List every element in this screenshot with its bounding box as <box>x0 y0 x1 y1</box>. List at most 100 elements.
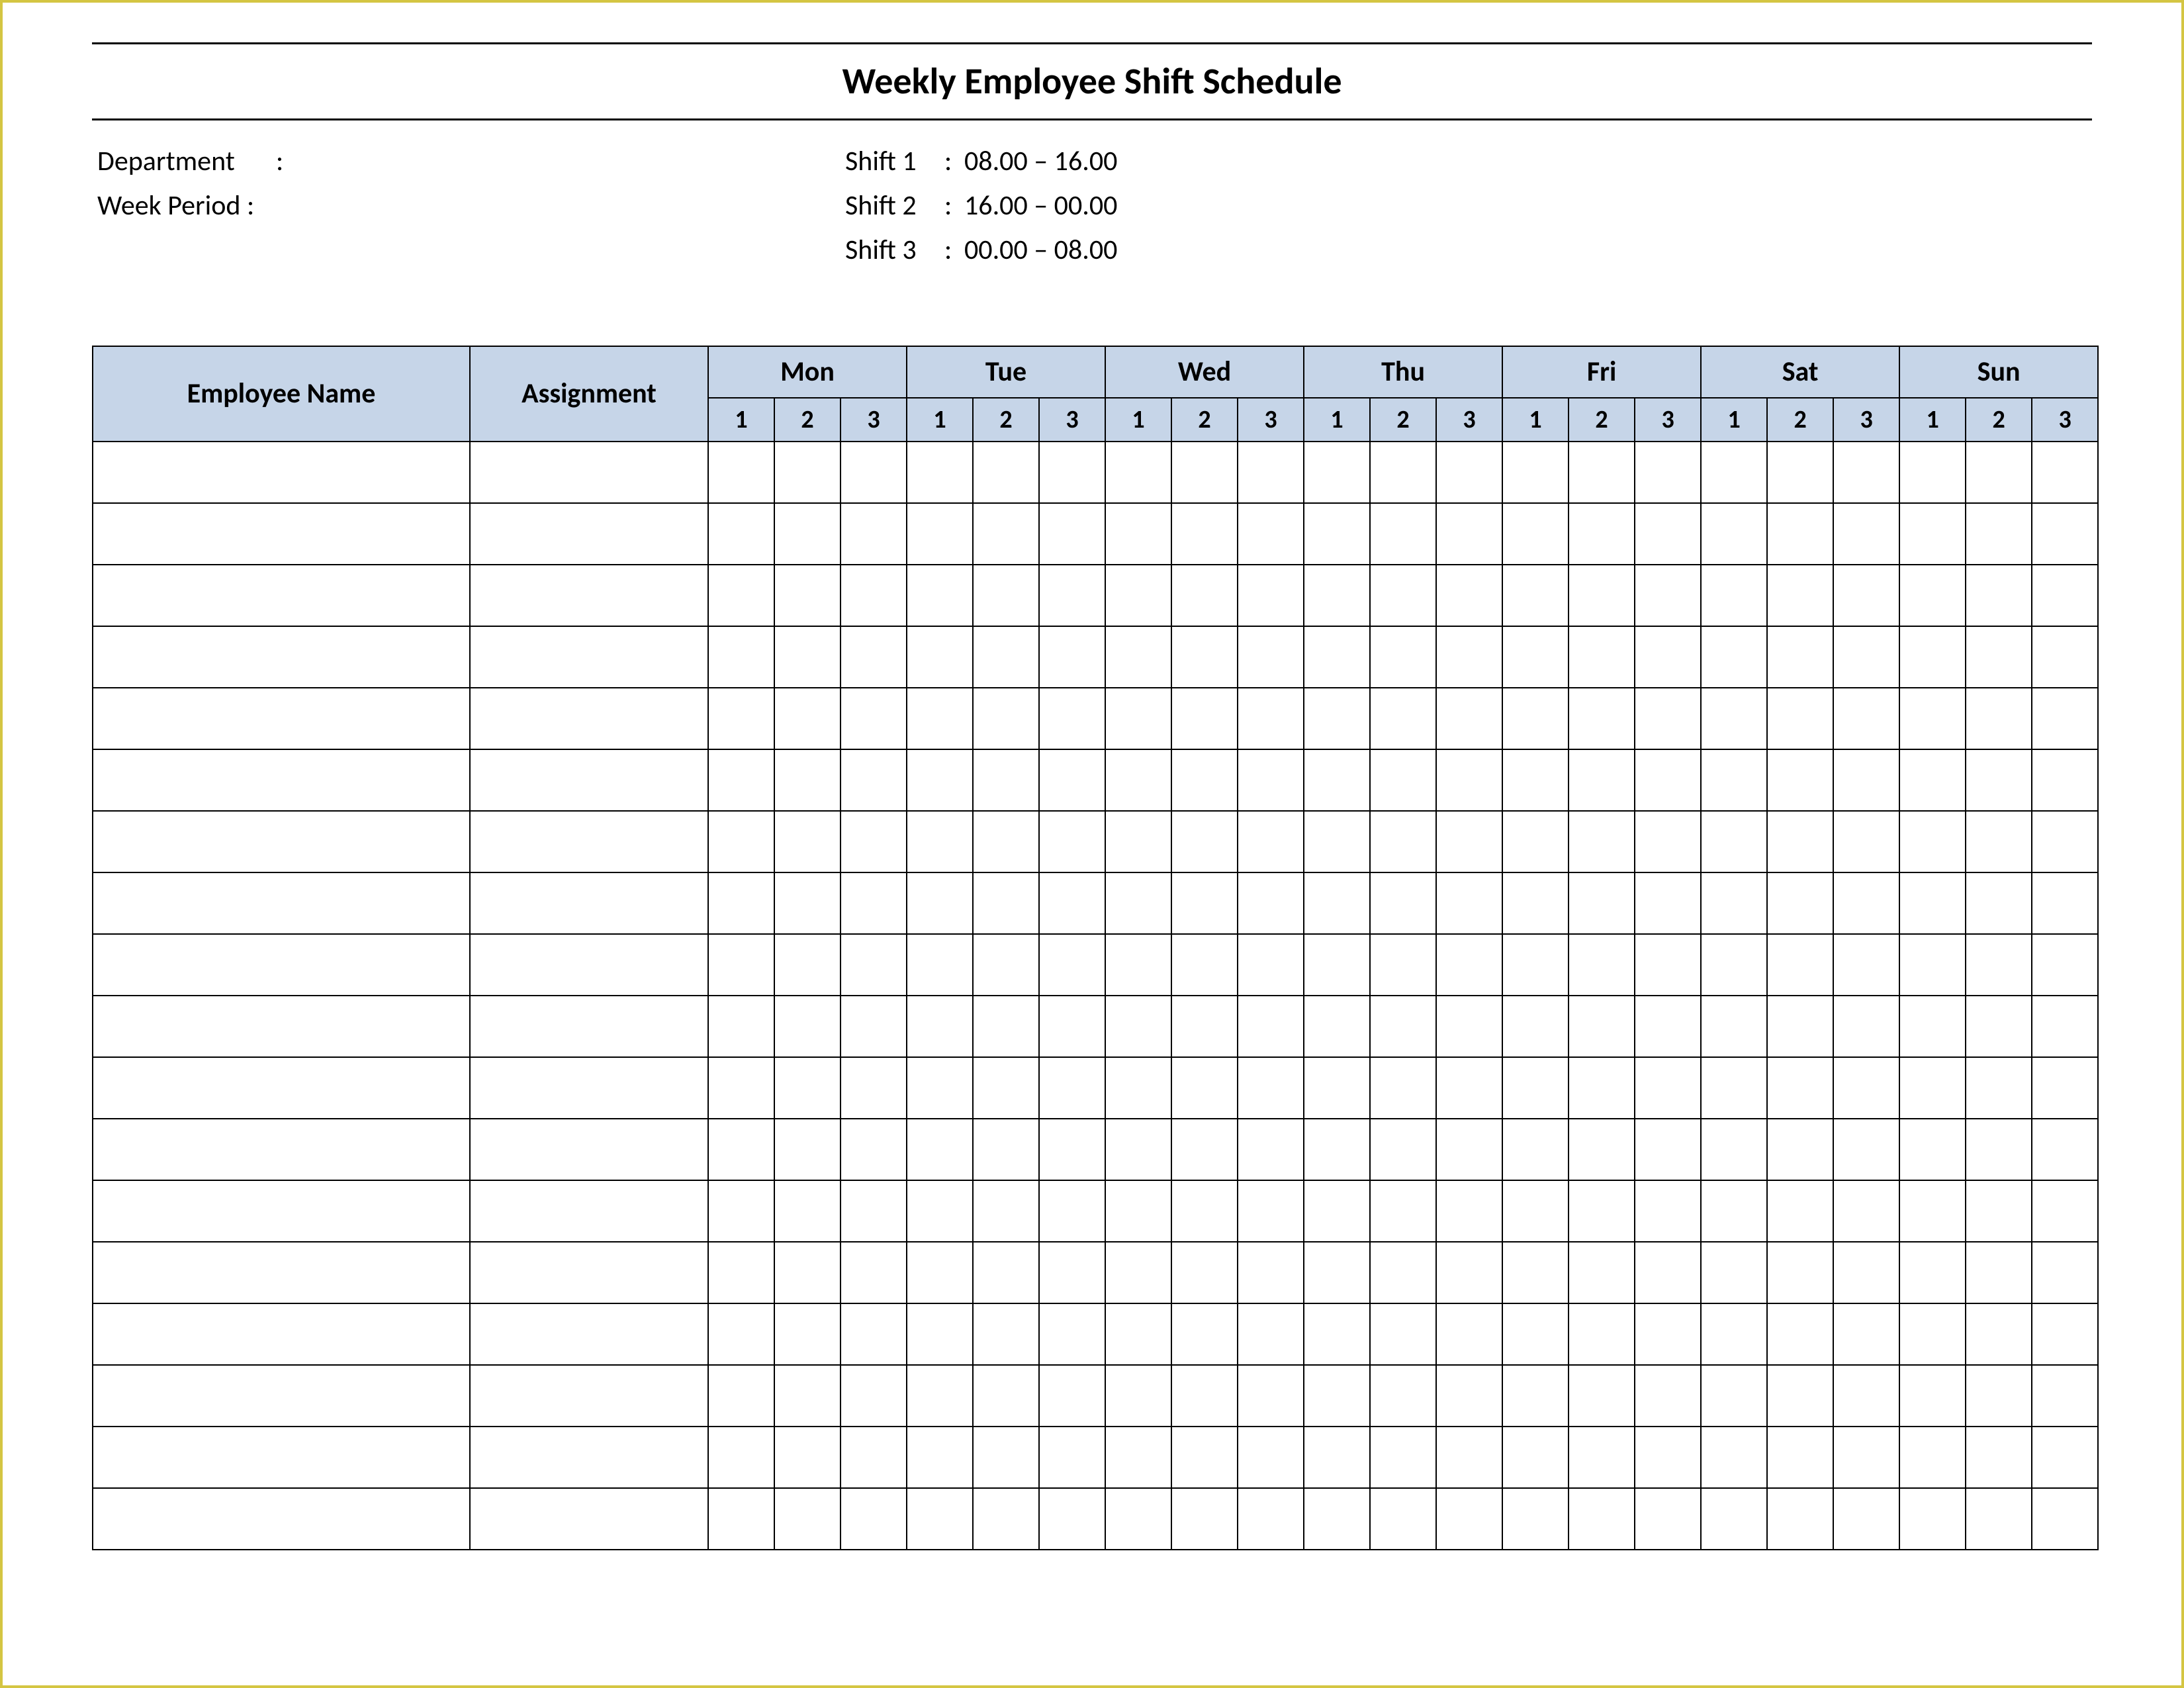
shift-cell[interactable] <box>1833 1303 1899 1365</box>
shift-cell[interactable] <box>1966 934 2032 996</box>
shift-cell[interactable] <box>774 442 841 503</box>
shift-cell[interactable] <box>1833 1119 1899 1180</box>
shift-cell[interactable] <box>973 688 1039 749</box>
employee-cell[interactable] <box>93 626 470 688</box>
shift-cell[interactable] <box>1436 503 1502 565</box>
shift-cell[interactable] <box>2032 1242 2098 1303</box>
shift-cell[interactable] <box>1701 996 1767 1057</box>
shift-cell[interactable] <box>1966 1488 2032 1550</box>
shift-cell[interactable] <box>774 934 841 996</box>
shift-cell[interactable] <box>973 1365 1039 1427</box>
shift-cell[interactable] <box>1304 749 1370 811</box>
shift-cell[interactable] <box>1767 1242 1833 1303</box>
shift-cell[interactable] <box>1701 1119 1767 1180</box>
shift-cell[interactable] <box>1105 503 1171 565</box>
shift-cell[interactable] <box>1966 503 2032 565</box>
shift-cell[interactable] <box>1569 934 1635 996</box>
shift-cell[interactable] <box>1502 503 1569 565</box>
shift-cell[interactable] <box>708 1180 774 1242</box>
shift-cell[interactable] <box>2032 872 2098 934</box>
shift-cell[interactable] <box>774 565 841 626</box>
shift-cell[interactable] <box>1304 1427 1370 1488</box>
assignment-cell[interactable] <box>470 1303 708 1365</box>
assignment-cell[interactable] <box>470 934 708 996</box>
shift-cell[interactable] <box>1370 442 1436 503</box>
shift-cell[interactable] <box>1502 1427 1569 1488</box>
shift-cell[interactable] <box>1502 1057 1569 1119</box>
shift-cell[interactable] <box>1105 1180 1171 1242</box>
shift-cell[interactable] <box>841 503 907 565</box>
shift-cell[interactable] <box>708 1427 774 1488</box>
shift-cell[interactable] <box>1767 565 1833 626</box>
shift-cell[interactable] <box>1171 934 1238 996</box>
shift-cell[interactable] <box>2032 1488 2098 1550</box>
employee-cell[interactable] <box>93 1119 470 1180</box>
shift-cell[interactable] <box>2032 1180 2098 1242</box>
shift-cell[interactable] <box>1502 442 1569 503</box>
shift-cell[interactable] <box>973 1242 1039 1303</box>
shift-cell[interactable] <box>1238 749 1304 811</box>
shift-cell[interactable] <box>841 749 907 811</box>
shift-cell[interactable] <box>1105 1303 1171 1365</box>
shift-cell[interactable] <box>1171 1365 1238 1427</box>
shift-cell[interactable] <box>1966 1365 2032 1427</box>
shift-cell[interactable] <box>973 811 1039 872</box>
employee-cell[interactable] <box>93 1488 470 1550</box>
shift-cell[interactable] <box>708 442 774 503</box>
shift-cell[interactable] <box>1370 1427 1436 1488</box>
shift-cell[interactable] <box>1502 1119 1569 1180</box>
shift-cell[interactable] <box>1370 996 1436 1057</box>
shift-cell[interactable] <box>907 626 973 688</box>
assignment-cell[interactable] <box>470 626 708 688</box>
assignment-cell[interactable] <box>470 872 708 934</box>
shift-cell[interactable] <box>1502 1180 1569 1242</box>
shift-cell[interactable] <box>1569 996 1635 1057</box>
shift-cell[interactable] <box>1966 442 2032 503</box>
shift-cell[interactable] <box>1635 1242 1701 1303</box>
shift-cell[interactable] <box>1105 749 1171 811</box>
shift-cell[interactable] <box>841 934 907 996</box>
shift-cell[interactable] <box>1569 811 1635 872</box>
shift-cell[interactable] <box>1105 872 1171 934</box>
shift-cell[interactable] <box>1171 1180 1238 1242</box>
shift-cell[interactable] <box>841 811 907 872</box>
shift-cell[interactable] <box>1039 1057 1105 1119</box>
shift-cell[interactable] <box>1039 1119 1105 1180</box>
shift-cell[interactable] <box>1238 1057 1304 1119</box>
shift-cell[interactable] <box>1767 688 1833 749</box>
shift-cell[interactable] <box>907 688 973 749</box>
shift-cell[interactable] <box>1966 1303 2032 1365</box>
shift-cell[interactable] <box>1304 565 1370 626</box>
shift-cell[interactable] <box>1635 565 1701 626</box>
employee-cell[interactable] <box>93 1427 470 1488</box>
shift-cell[interactable] <box>841 688 907 749</box>
shift-cell[interactable] <box>1105 1242 1171 1303</box>
shift-cell[interactable] <box>1833 811 1899 872</box>
shift-cell[interactable] <box>1304 934 1370 996</box>
shift-cell[interactable] <box>1966 1057 2032 1119</box>
shift-cell[interactable] <box>1105 934 1171 996</box>
shift-cell[interactable] <box>1105 688 1171 749</box>
shift-cell[interactable] <box>708 1242 774 1303</box>
shift-cell[interactable] <box>1569 688 1635 749</box>
shift-cell[interactable] <box>907 1365 973 1427</box>
shift-cell[interactable] <box>1767 1057 1833 1119</box>
shift-cell[interactable] <box>1635 626 1701 688</box>
shift-cell[interactable] <box>1635 749 1701 811</box>
shift-cell[interactable] <box>1569 1303 1635 1365</box>
shift-cell[interactable] <box>973 1119 1039 1180</box>
shift-cell[interactable] <box>1833 996 1899 1057</box>
shift-cell[interactable] <box>2032 1303 2098 1365</box>
shift-cell[interactable] <box>1171 811 1238 872</box>
assignment-cell[interactable] <box>470 1427 708 1488</box>
assignment-cell[interactable] <box>470 1057 708 1119</box>
assignment-cell[interactable] <box>470 688 708 749</box>
shift-cell[interactable] <box>1105 626 1171 688</box>
shift-cell[interactable] <box>1701 1365 1767 1427</box>
shift-cell[interactable] <box>1304 811 1370 872</box>
employee-cell[interactable] <box>93 811 470 872</box>
shift-cell[interactable] <box>1039 1365 1105 1427</box>
shift-cell[interactable] <box>1701 1303 1767 1365</box>
shift-cell[interactable] <box>1701 1180 1767 1242</box>
shift-cell[interactable] <box>1105 1488 1171 1550</box>
